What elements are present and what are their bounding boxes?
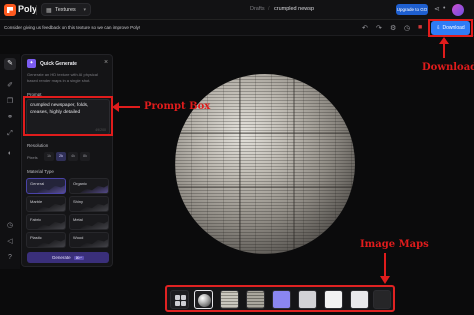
resolution-option[interactable]: 1k — [44, 152, 54, 161]
grid-icon — [175, 295, 186, 306]
material-plastic[interactable]: Plastic — [26, 232, 66, 248]
height-map-thumb[interactable] — [324, 290, 343, 309]
generate-shortcut: ⌘↵ — [73, 256, 85, 260]
prompt-arrow — [116, 106, 140, 108]
share-icon[interactable]: ⋖ — [434, 5, 440, 13]
material-organic[interactable]: Organic — [69, 178, 109, 194]
feedback-text: Consider giving us feedback on this text… — [4, 25, 141, 30]
chevron-down-icon: ▾ — [83, 7, 86, 13]
breadcrumb-separator: / — [268, 6, 270, 12]
history-rail-icon[interactable]: ◷ — [4, 220, 16, 232]
texture-icon: ▦ — [46, 8, 52, 14]
image-maps-arrowhead — [380, 276, 390, 284]
image-maps-annotation: Image Maps — [360, 239, 429, 250]
image-maps-bar — [165, 285, 395, 312]
image-maps-arrow — [384, 253, 386, 277]
magic-wand-icon[interactable]: ✎ — [4, 58, 16, 70]
poly-logo-icon[interactable] — [4, 4, 16, 16]
normal-map-thumb[interactable] — [272, 290, 291, 309]
download-arrowhead — [439, 37, 449, 44]
quick-generate-panel: ✦ Quick Generate × Generate an HD textur… — [21, 54, 113, 267]
help-icon[interactable]: ? — [4, 252, 16, 264]
download-label: Download — [442, 25, 465, 31]
left-toolbar: ✎ ✐ ❐ ⚭ ⤢ ◐ ◷ ◁ ? — [0, 54, 20, 269]
material-wood[interactable]: Wood — [69, 232, 109, 248]
feedback-banner: Consider giving us feedback on this text… — [0, 20, 474, 36]
layers-icon[interactable]: ❐ — [4, 96, 16, 108]
link-icon[interactable]: ⚭ — [4, 112, 16, 124]
top-bar: Poly ▦ Textures ▾ Drafts / crumpled news… — [0, 0, 474, 20]
opacity-map-thumb[interactable] — [350, 290, 369, 309]
material-general[interactable]: General — [26, 178, 66, 194]
divider — [36, 5, 37, 15]
generate-button[interactable]: Generate ⌘↵ — [27, 252, 109, 263]
brand-name: Poly — [18, 4, 38, 14]
grid-view-button[interactable] — [170, 290, 189, 309]
material-metal[interactable]: Metal — [69, 214, 109, 230]
notifications-icon[interactable]: • — [443, 5, 445, 12]
avatar[interactable] — [452, 4, 464, 16]
resolution-row-label: Pixels — [27, 155, 38, 160]
delete-icon[interactable]: ■ — [418, 24, 422, 31]
undo-icon[interactable]: ↶ — [362, 24, 368, 32]
roughness-map-thumb[interactable] — [298, 290, 317, 309]
redo-icon[interactable]: ↷ — [376, 24, 382, 32]
brush-icon[interactable]: ✐ — [4, 80, 16, 92]
prompt-box-annotation: Prompt Box — [144, 101, 211, 112]
sphere-preview-thumb[interactable] — [194, 290, 213, 309]
material-type-label: Material Type — [27, 169, 54, 174]
megaphone-icon[interactable]: ◁ — [4, 236, 16, 248]
resolution-label: Resolution — [27, 143, 49, 148]
generate-label: Generate — [51, 255, 71, 260]
prompt-arrowhead — [112, 102, 119, 112]
panel-description: Generate an HD texture with AI physical … — [27, 72, 98, 83]
download-icon: ⇩ — [436, 25, 441, 31]
material-marble[interactable]: Marble — [26, 196, 66, 212]
resolution-option[interactable]: 8k — [80, 152, 90, 161]
settings-icon[interactable]: ⚙ — [390, 24, 396, 32]
resolution-option[interactable]: 4k — [68, 152, 78, 161]
upgrade-button[interactable]: Upgrade to GO — [396, 4, 428, 15]
expand-icon[interactable]: ⤢ — [4, 128, 16, 140]
quick-generate-icon: ✦ — [27, 59, 36, 68]
texture-type-label: Textures — [55, 7, 76, 13]
download-button[interactable]: ⇩ Download — [431, 21, 470, 35]
prompt-highlight — [23, 96, 113, 136]
sphere-icon — [198, 294, 211, 307]
breadcrumb-drafts[interactable]: Drafts — [250, 6, 265, 12]
panel-title: Quick Generate — [40, 61, 77, 67]
adjust-icon[interactable]: ◐ — [4, 148, 16, 160]
resolution-option-selected[interactable]: 2k — [56, 152, 66, 161]
material-shiny[interactable]: Shiny — [69, 196, 109, 212]
history-icon[interactable]: ◷ — [404, 24, 410, 32]
texture-type-dropdown[interactable]: ▦ Textures ▾ — [41, 3, 91, 16]
download-annotation: Download — [422, 62, 474, 73]
basecolor-map-thumb[interactable] — [220, 290, 239, 309]
ao-map-thumb[interactable] — [246, 290, 265, 309]
close-icon[interactable]: × — [104, 59, 108, 66]
material-fabric[interactable]: Fabric — [26, 214, 66, 230]
document-name[interactable]: crumpled newsp — [274, 6, 314, 12]
metallic-map-thumb[interactable] — [373, 290, 391, 309]
